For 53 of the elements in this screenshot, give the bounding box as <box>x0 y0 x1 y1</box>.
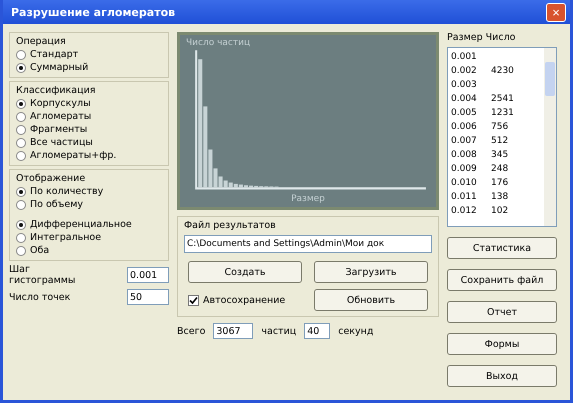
load-button[interactable]: Загрузить <box>314 261 428 283</box>
create-button[interactable]: Создать <box>188 261 302 283</box>
refresh-button[interactable]: Обновить <box>314 289 428 311</box>
radio-option[interactable]: По количеству <box>16 186 162 197</box>
list-row[interactable]: 0.002 4230 <box>451 64 541 78</box>
side-button[interactable]: Формы <box>447 333 557 355</box>
radio-option[interactable]: Агломераты+фр. <box>16 150 162 161</box>
radio-option[interactable]: Интегральное <box>16 232 162 243</box>
list-row[interactable]: 0.009 248 <box>451 162 541 176</box>
list-row[interactable]: 0.011 138 <box>451 190 541 204</box>
x-axis-label: Размер <box>291 194 325 204</box>
radio-option[interactable]: Суммарный <box>16 62 162 73</box>
total-label: Всего <box>177 326 206 336</box>
radio-option[interactable]: Оба <box>16 245 162 256</box>
points-field[interactable]: 50 <box>127 289 169 305</box>
step-field[interactable]: 0.001 <box>127 267 169 283</box>
list-row[interactable]: 0.008 345 <box>451 148 541 162</box>
list-row[interactable]: 0.005 1231 <box>451 106 541 120</box>
time-field[interactable]: 40 <box>304 323 330 339</box>
radio-option[interactable]: Дифференциальное <box>16 219 162 230</box>
file-label: Файл результатов <box>184 220 277 231</box>
radio-option[interactable]: По объему <box>16 199 162 210</box>
group-title: Классификация <box>16 85 96 96</box>
autosave-checkbox[interactable]: Автосохранение <box>188 289 302 311</box>
list-row[interactable]: 0.003 <box>451 78 541 92</box>
radio-option[interactable]: Корпускулы <box>16 98 162 109</box>
radio-option[interactable]: Фрагменты <box>16 124 162 135</box>
close-button[interactable]: × <box>546 2 566 22</box>
radio-option[interactable]: Все частицы <box>16 137 162 148</box>
list-header: Размер Число <box>447 32 516 43</box>
side-button[interactable]: Сохранить файл <box>447 269 557 291</box>
field-label: Шаг гистограммы <box>9 264 76 286</box>
count-field[interactable]: 3067 <box>213 323 254 339</box>
scrollbar[interactable] <box>544 48 556 226</box>
field-label: Число точек <box>9 292 72 302</box>
group-title: Отображение <box>16 173 86 184</box>
list-row[interactable]: 0.001 <box>451 50 541 64</box>
radio-option[interactable]: Агломераты <box>16 111 162 122</box>
unit-label: секунд <box>338 326 374 336</box>
chart-title: Число частиц <box>186 38 252 48</box>
group-title: Операция <box>16 36 67 47</box>
exit-button[interactable]: Выход <box>447 365 557 387</box>
radio-option[interactable]: Стандарт <box>16 49 162 60</box>
side-button[interactable]: Отчет <box>447 301 557 323</box>
path-field[interactable]: C:\Documents and Settings\Admin\Мои док <box>184 235 432 253</box>
list-row[interactable]: 0.012 102 <box>451 204 541 218</box>
list-row[interactable]: 0.004 2541 <box>451 92 541 106</box>
list-row[interactable]: 0.010 176 <box>451 176 541 190</box>
unit-label: частиц <box>261 326 296 336</box>
list-row[interactable]: 0.007 512 <box>451 134 541 148</box>
window-title: Разрушение агломератов <box>11 6 176 18</box>
side-button[interactable]: Статистика <box>447 237 557 259</box>
list-row[interactable]: 0.006 756 <box>451 120 541 134</box>
